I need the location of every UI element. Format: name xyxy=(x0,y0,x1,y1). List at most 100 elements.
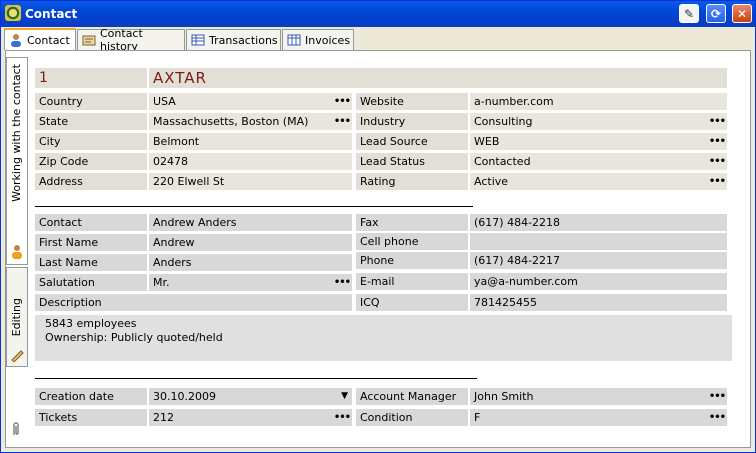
tickets-value: 212 xyxy=(153,411,174,424)
city-field[interactable]: Belmont xyxy=(149,133,352,150)
ellipsis-icon[interactable]: ••• xyxy=(709,409,726,426)
condition-label: Condition xyxy=(356,409,468,426)
description-line: Ownership: Publicly quoted/held xyxy=(45,331,223,344)
description-label: Description xyxy=(35,294,352,311)
dropdown-arrow-icon[interactable]: ▼ xyxy=(341,388,348,405)
pin-icon: ✎ xyxy=(683,6,695,21)
side-tab-label: Editing xyxy=(10,298,23,337)
state-field[interactable]: Massachusetts, Boston (MA) ••• xyxy=(149,113,352,130)
lead-status-field[interactable]: Contacted ••• xyxy=(470,153,727,170)
side-tab-editing[interactable]: Editing xyxy=(6,267,28,367)
creation-date-label: Creation date xyxy=(35,388,147,405)
refresh-icon: ⟳ xyxy=(710,6,722,21)
salutation-label: Salutation xyxy=(35,274,147,291)
ellipsis-icon[interactable]: ••• xyxy=(334,409,351,426)
cell-phone-label: Cell phone xyxy=(356,233,468,250)
email-label: E-mail xyxy=(356,273,468,290)
account-manager-label: Account Manager xyxy=(356,388,468,405)
state-value: Massachusetts, Boston (MA) xyxy=(153,115,309,128)
industry-value: Consulting xyxy=(474,115,533,128)
last-name-label: Last Name xyxy=(35,254,147,271)
creation-date-field[interactable]: 30.10.2009 ▼ xyxy=(149,388,352,405)
website-field[interactable]: a-number.com xyxy=(470,93,727,110)
person-icon xyxy=(10,244,24,263)
lead-status-label: Lead Status xyxy=(356,153,468,170)
tab-label: Contact xyxy=(27,33,70,47)
tickets-field[interactable]: 212 ••• xyxy=(149,409,352,426)
account-manager-field[interactable]: John Smith ••• xyxy=(470,388,727,405)
pin-button[interactable]: ✎ xyxy=(679,4,699,23)
country-value: USA xyxy=(153,95,176,108)
lead-source-label: Lead Source xyxy=(356,133,468,150)
rating-value: Active xyxy=(474,175,509,188)
tickets-label: Tickets xyxy=(35,409,147,426)
salutation-field[interactable]: Mr. ••• xyxy=(149,274,352,291)
ellipsis-icon[interactable]: ••• xyxy=(709,153,726,170)
address-field[interactable]: 220 Elwell St xyxy=(149,173,352,190)
creation-date-value: 30.10.2009 xyxy=(153,390,216,403)
first-name-field[interactable]: Andrew xyxy=(149,234,352,251)
tab-invoices[interactable]: Invoices xyxy=(282,29,354,50)
ellipsis-icon[interactable]: ••• xyxy=(334,274,351,291)
salutation-value: Mr. xyxy=(153,276,170,289)
side-tab-bar: Working with the contact Editing xyxy=(6,53,30,445)
industry-field[interactable]: Consulting ••• xyxy=(470,113,727,130)
address-label: Address xyxy=(35,173,147,190)
fax-label: Fax xyxy=(356,214,468,231)
tab-contact[interactable]: Contact xyxy=(4,28,76,50)
contact-label: Contact xyxy=(35,214,147,231)
contact-form: 1 AXTAR Country USA ••• State Massachuset… xyxy=(31,53,749,445)
cell-phone-field[interactable] xyxy=(470,233,727,250)
ellipsis-icon[interactable]: ••• xyxy=(334,93,351,110)
invoice-icon xyxy=(287,33,301,47)
title-bar[interactable]: Contact ✎ ⟳ ✕ xyxy=(1,1,755,27)
website-label: Website xyxy=(356,93,468,110)
condition-value: F xyxy=(474,411,481,424)
phone-label: Phone xyxy=(356,252,468,269)
ellipsis-icon[interactable]: ••• xyxy=(334,113,351,130)
tab-label: Invoices xyxy=(305,33,351,47)
first-name-label: First Name xyxy=(35,234,147,251)
refresh-button[interactable]: ⟳ xyxy=(706,4,726,23)
description-field[interactable]: 5843 employees Ownership: Publicly quote… xyxy=(35,315,732,361)
window-title: Contact xyxy=(25,7,78,21)
ellipsis-icon[interactable]: ••• xyxy=(709,173,726,190)
condition-field[interactable]: F ••• xyxy=(470,409,727,426)
ellipsis-icon[interactable]: ••• xyxy=(709,388,726,405)
fax-field[interactable]: (617) 484-2218 xyxy=(470,214,727,231)
ellipsis-icon[interactable]: ••• xyxy=(709,133,726,150)
history-icon xyxy=(82,33,96,47)
side-tab-attachments[interactable] xyxy=(6,419,28,441)
country-label: Country xyxy=(35,93,147,110)
side-tab-working[interactable]: Working with the contact xyxy=(6,57,28,265)
ellipsis-icon[interactable]: ••• xyxy=(709,113,726,130)
account-manager-value: John Smith xyxy=(474,390,534,403)
lead-source-value: WEB xyxy=(474,135,500,148)
record-id: 1 xyxy=(35,68,147,88)
contact-field[interactable]: Andrew Anders xyxy=(149,214,352,231)
icq-field[interactable]: 781425455 xyxy=(470,294,727,311)
rating-label: Rating xyxy=(356,173,468,190)
section-divider xyxy=(35,378,477,379)
phone-field[interactable]: (617) 484-2217 xyxy=(470,252,727,269)
contact-window: Contact ✎ ⟳ ✕ Contact Contact history Tr… xyxy=(0,0,756,453)
email-field[interactable]: ya@a-number.com xyxy=(470,273,727,290)
zip-field[interactable]: 02478 xyxy=(149,153,352,170)
icq-label: ICQ xyxy=(356,294,468,311)
person-icon xyxy=(9,33,23,47)
country-field[interactable]: USA ••• xyxy=(149,93,352,110)
state-label: State xyxy=(35,113,147,130)
lead-status-value: Contacted xyxy=(474,155,531,168)
rating-field[interactable]: Active ••• xyxy=(470,173,727,190)
zip-label: Zip Code xyxy=(35,153,147,170)
industry-label: Industry xyxy=(356,113,468,130)
record-name[interactable]: AXTAR xyxy=(149,68,727,88)
tab-transactions[interactable]: Transactions xyxy=(186,29,281,50)
lead-source-field[interactable]: WEB ••• xyxy=(470,133,727,150)
app-icon xyxy=(5,5,21,21)
close-button[interactable]: ✕ xyxy=(732,4,752,23)
last-name-field[interactable]: Anders xyxy=(149,254,352,271)
section-divider xyxy=(35,206,473,207)
side-tab-label: Working with the contact xyxy=(10,64,23,202)
tab-contact-history[interactable]: Contact history xyxy=(77,27,185,53)
